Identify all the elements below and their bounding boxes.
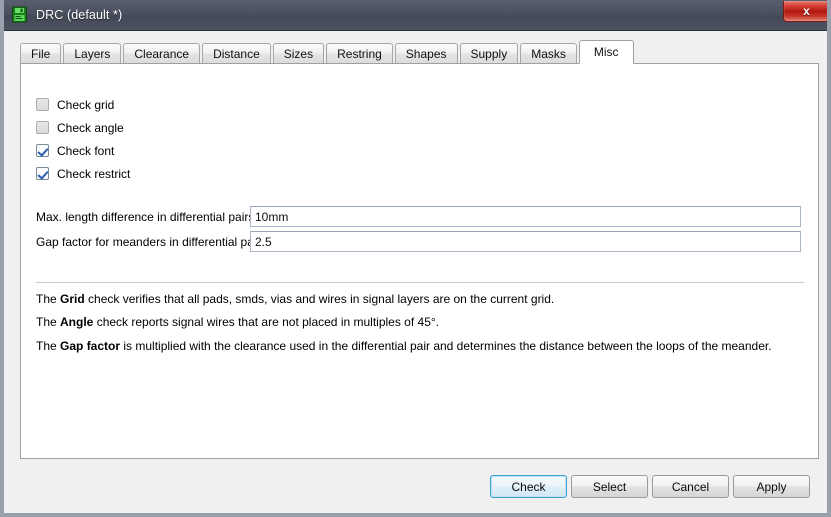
checkbox-label: Check font (57, 143, 115, 158)
checkbox-row-check-angle[interactable]: Check angle (36, 119, 124, 136)
divider (36, 282, 804, 283)
checkbox-unchecked-icon[interactable] (36, 121, 49, 134)
close-icon: x (803, 4, 810, 18)
field-label: Gap factor for meanders in differential … (36, 234, 267, 249)
help-text-line: The Angle check reports signal wires tha… (36, 315, 439, 329)
help-text-line: The Gap factor is multiplied with the cl… (36, 339, 772, 353)
help-text-prefix: The (36, 339, 61, 353)
apply-button[interactable]: Apply (733, 475, 810, 498)
checkbox-label: Check grid (57, 97, 115, 112)
close-button[interactable]: x (783, 1, 827, 22)
select-button[interactable]: Select (571, 475, 648, 498)
max-length-difference-input[interactable] (250, 206, 801, 227)
help-text-suffix: check verifies that all pads, smds, vias… (84, 292, 555, 306)
tab-shapes[interactable]: Shapes (394, 43, 458, 63)
tab-distance[interactable]: Distance (202, 43, 271, 63)
checkbox-label: Check restrict (57, 166, 131, 181)
checkbox-row-check-restrict[interactable]: Check restrict (36, 165, 130, 182)
gap-factor-input[interactable] (250, 231, 801, 252)
field-row-gap-factor: Gap factor for meanders in differential … (36, 231, 801, 252)
tab-file[interactable]: File (20, 43, 62, 63)
help-text-suffix: check reports signal wires that are not … (93, 315, 439, 329)
checkbox-checked-icon[interactable] (36, 167, 49, 180)
help-text-term: Gap factor (60, 339, 121, 353)
checkbox-row-check-grid[interactable]: Check grid (36, 96, 114, 113)
cancel-button[interactable]: Cancel (652, 475, 729, 498)
checkbox-row-check-font[interactable]: Check font (36, 142, 114, 159)
tab-clearance[interactable]: Clearance (123, 43, 201, 63)
tab-layers[interactable]: Layers (63, 43, 122, 63)
tab-content-panel: Check grid Check angle Check font Check res… (20, 63, 819, 459)
window-title: DRC (default *) (36, 7, 123, 22)
drc-dialog-window: DRC (default *) x File Layers Clearance Dis… (0, 0, 831, 517)
save-floppy-icon (11, 6, 28, 23)
checkbox-unchecked-icon[interactable] (36, 98, 49, 111)
tab-restring[interactable]: Restring (326, 43, 393, 63)
help-text-term: Grid (60, 292, 85, 306)
help-text-suffix: is multiplied with the clearance used in… (120, 339, 772, 353)
tab-supply[interactable]: Supply (459, 43, 519, 63)
checkbox-label: Check angle (57, 120, 124, 135)
checkbox-checked-icon[interactable] (36, 144, 49, 157)
field-row-max-length-difference: Max. length difference in differential p… (36, 206, 801, 227)
title-bar: DRC (default *) x (4, 0, 827, 31)
field-label: Max. length difference in differential p… (36, 209, 255, 224)
dialog-button-bar: Check Select Cancel Apply (486, 475, 810, 498)
tab-strip: File Layers Clearance Distance Sizes Restring… (20, 40, 636, 64)
check-button[interactable]: Check (490, 475, 567, 498)
help-text-line: The Grid check verifies that all pads, s… (36, 292, 554, 306)
help-text-term: Angle (60, 315, 94, 329)
tab-masks[interactable]: Masks (520, 43, 577, 63)
tab-sizes[interactable]: Sizes (272, 43, 325, 63)
help-text-prefix: The (36, 315, 61, 329)
tab-misc[interactable]: Misc (578, 40, 634, 64)
help-text-prefix: The (36, 292, 61, 306)
